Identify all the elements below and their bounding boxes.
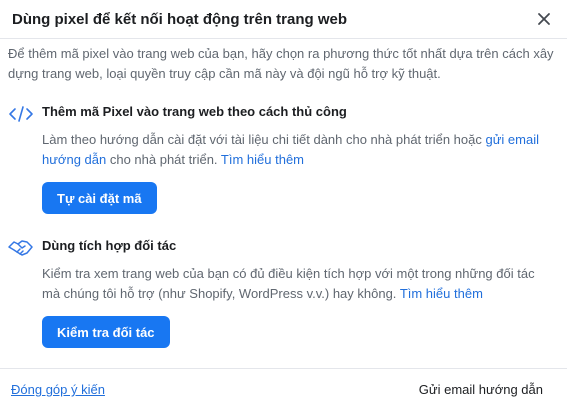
manual-install-title: Thêm mã Pixel vào trang web theo cách th… (42, 104, 347, 119)
partner-integration-section: Dùng tích hợp đối tác Kiểm tra xem trang… (8, 238, 556, 348)
close-icon[interactable] (535, 10, 553, 28)
code-icon (8, 104, 34, 124)
install-code-manually-button[interactable]: Tự cài đặt mã (42, 182, 157, 214)
dialog-header: Dùng pixel để kết nối hoạt động trên tra… (12, 10, 555, 32)
dialog-title: Dùng pixel để kết nối hoạt động trên tra… (12, 11, 348, 28)
give-feedback-link[interactable]: Đóng góp ý kiến (11, 382, 105, 397)
footer-divider (0, 368, 567, 369)
manual-desc-after: cho nhà phát triển. (106, 152, 221, 167)
intro-text: Để thêm mã pixel vào trang web của bạn, … (8, 46, 554, 81)
partner-learn-more-link[interactable]: Tìm hiểu thêm (400, 286, 483, 301)
manual-desc-text: Làm theo hướng dẫn cài đặt với tài liệu … (42, 132, 486, 147)
check-partners-button[interactable]: Kiểm tra đối tác (42, 316, 170, 348)
partner-integration-description: Kiểm tra xem trang web của bạn có đủ điề… (42, 264, 548, 304)
pixel-setup-dialog: Dùng pixel để kết nối hoạt động trên tra… (0, 0, 567, 415)
manual-install-description: Làm theo hướng dẫn cài đặt với tài liệu … (42, 130, 548, 170)
manual-learn-more-link[interactable]: Tìm hiểu thêm (221, 152, 304, 167)
manual-install-section: Thêm mã Pixel vào trang web theo cách th… (8, 104, 556, 224)
header-divider (0, 38, 567, 39)
email-instructions-button[interactable]: Gửi email hướng dẫn (419, 382, 543, 397)
handshake-icon (8, 238, 34, 258)
partner-integration-title: Dùng tích hợp đối tác (42, 238, 177, 253)
